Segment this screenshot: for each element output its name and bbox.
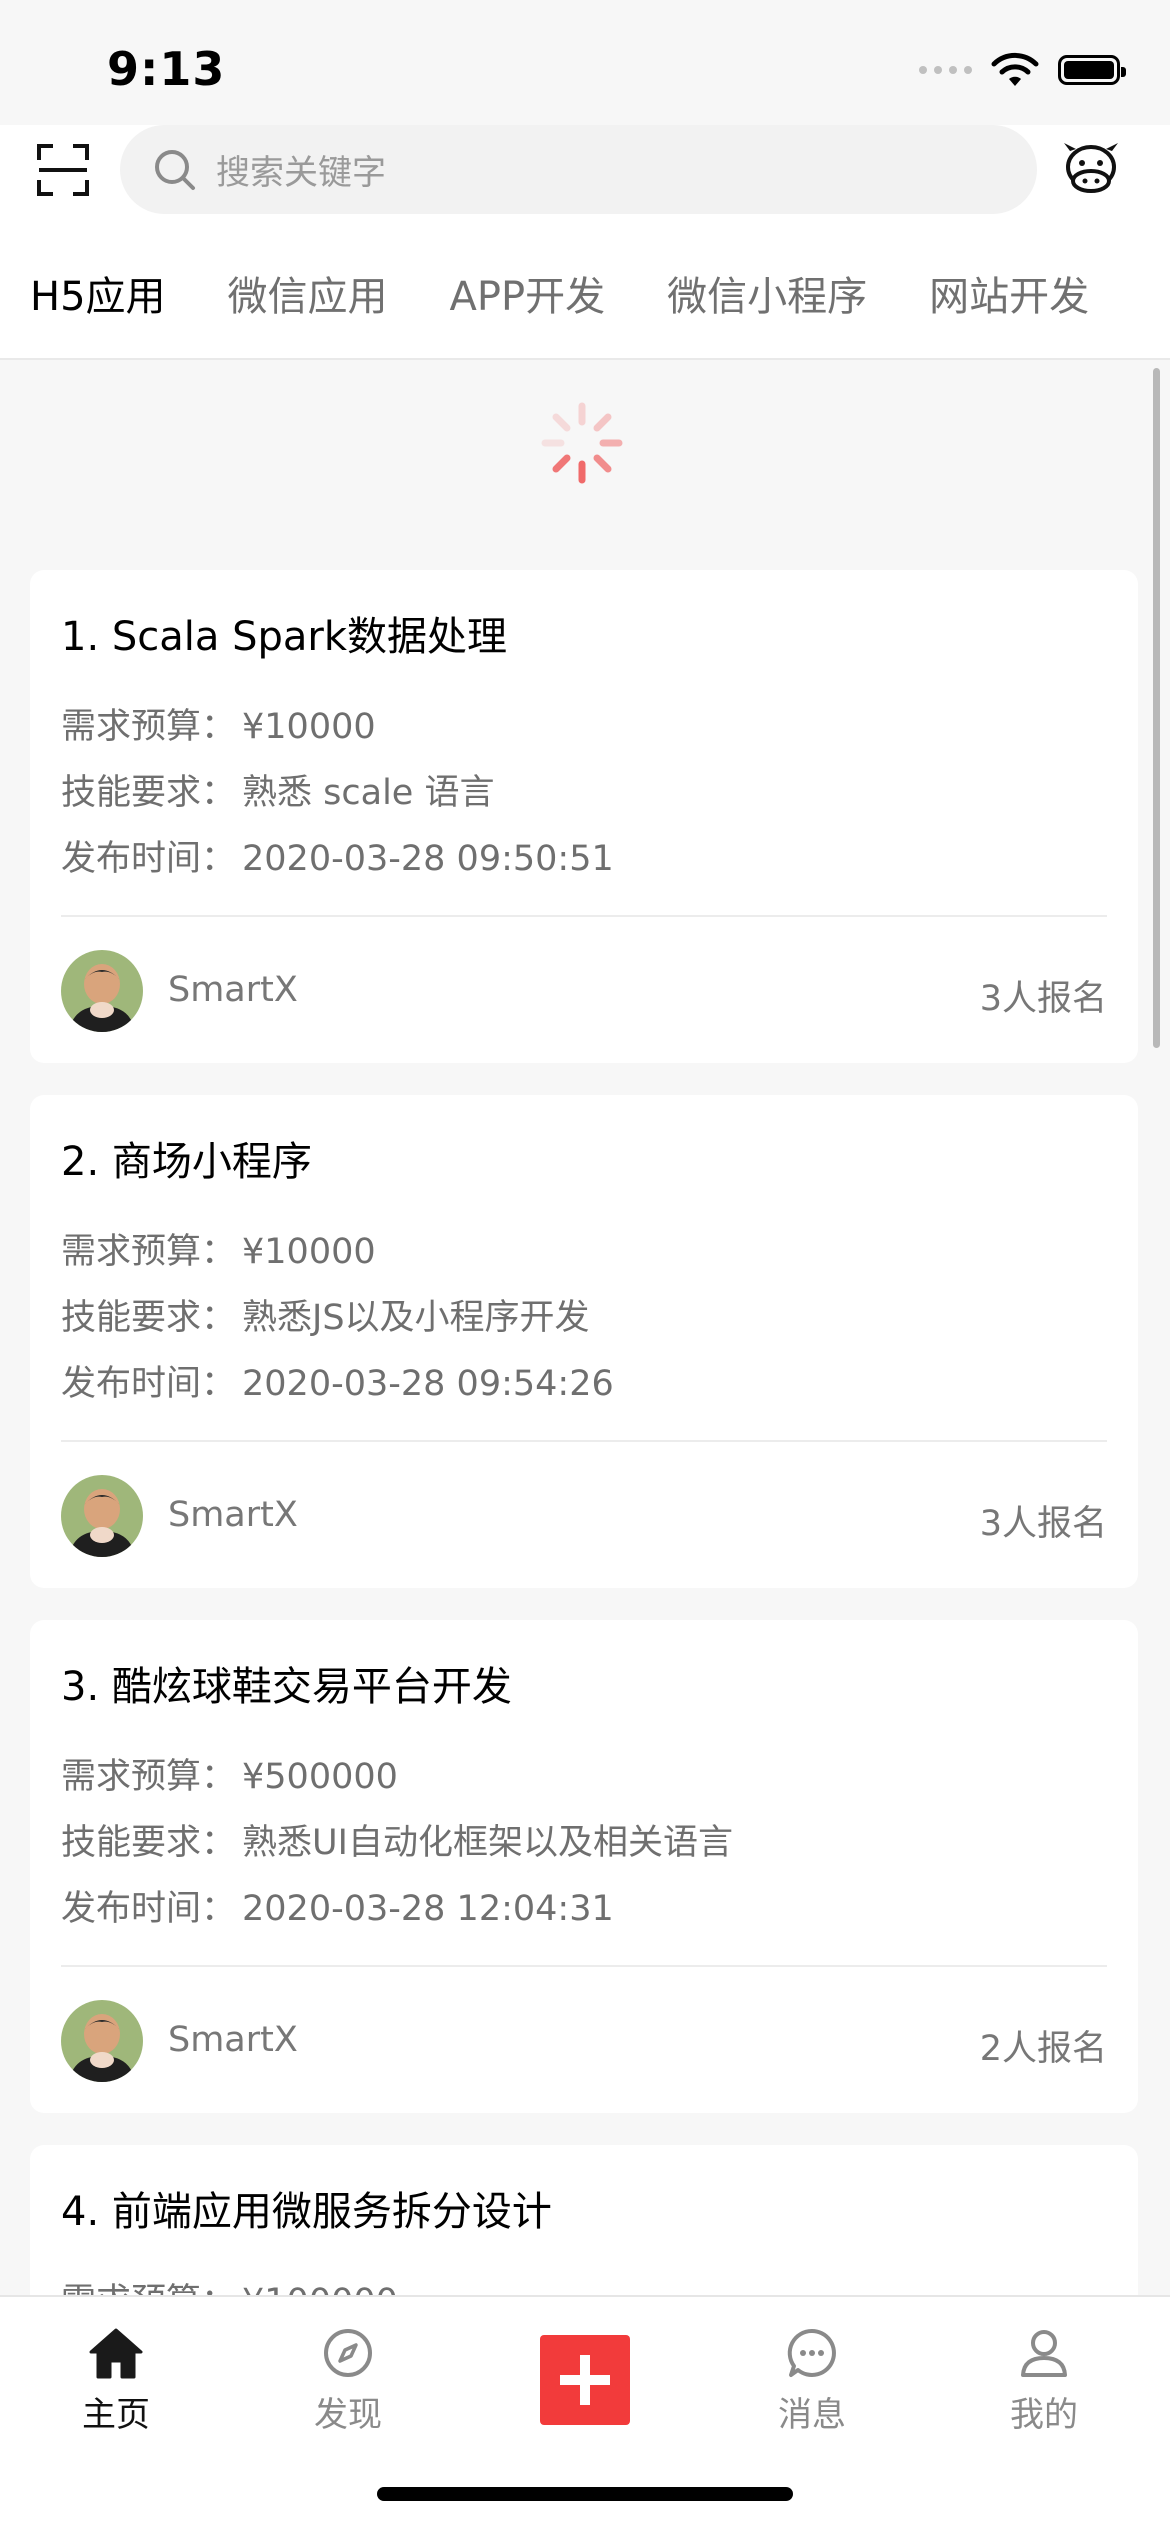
post-card[interactable]: 4. 前端应用微服务拆分设计 需求预算：¥100000 <box>30 2145 1138 2295</box>
author-name: SmartX <box>168 2020 298 2060</box>
post-skills: 技能要求： 熟悉JS以及小程序开发 <box>61 1298 590 1338</box>
search-placeholder: 搜索关键字 <box>216 153 386 193</box>
post-published: 发布时间： 2020-03-28 09:54:26 <box>61 1364 614 1404</box>
post-list[interactable]: 1. Scala Spark数据处理 需求预算： ¥10000 技能要求： 熟悉 s… <box>0 360 1170 2295</box>
post-published: 发布时间： 2020-03-28 09:50:51 <box>61 839 614 879</box>
battery-icon <box>1058 55 1126 85</box>
post-card[interactable]: 2. 商场小程序 需求预算： ¥10000 技能要求： 熟悉JS以及小程序开发 发布… <box>30 1095 1138 1588</box>
divider <box>61 1440 1107 1442</box>
category-tabs: H5应用 微信应用 APP开发 微信小程序 网站开发 <box>0 253 1151 333</box>
post-budget: 需求预算： ¥10000 <box>61 707 376 747</box>
signup-count: 2人报名 <box>979 2029 1107 2069</box>
post-title: 1. Scala Spark数据处理 <box>61 614 508 660</box>
avatar[interactable] <box>61 1475 143 1557</box>
status-icons <box>919 52 1126 88</box>
divider <box>61 1965 1107 1967</box>
tab-profile[interactable]: 我的 <box>964 2327 1124 2436</box>
post-published: 发布时间： 2020-03-28 12:04:31 <box>61 1889 614 1929</box>
tab-discover-label: 发现 <box>314 2395 382 2435</box>
tab-mini-program[interactable]: 微信小程序 <box>667 264 867 322</box>
post-title: 2. 商场小程序 <box>61 1139 312 1185</box>
status-time: 9:13 <box>107 42 226 96</box>
scrollbar[interactable] <box>1153 368 1160 1048</box>
divider <box>61 915 1107 917</box>
post-card[interactable]: 3. 酷炫球鞋交易平台开发 需求预算： ¥500000 技能要求： 熟悉UI自动化框… <box>30 1620 1138 2113</box>
post-card[interactable]: 1. Scala Spark数据处理 需求预算： ¥10000 技能要求： 熟悉 s… <box>30 570 1138 1063</box>
tab-messages[interactable]: 消息 <box>732 2327 892 2436</box>
author-name: SmartX <box>168 1495 298 1535</box>
user-icon <box>1021 2330 1067 2377</box>
signup-count: 3人报名 <box>979 979 1107 1019</box>
add-post-button[interactable] <box>540 2335 630 2425</box>
home-icon <box>89 2328 143 2379</box>
status-bar: 9:13 <box>0 0 1170 125</box>
scan-icon[interactable] <box>35 142 91 198</box>
post-title: 3. 酷炫球鞋交易平台开发 <box>61 1664 512 1710</box>
tab-messages-label: 消息 <box>778 2395 846 2435</box>
signup-count: 3人报名 <box>979 1504 1107 1544</box>
search-input[interactable]: 搜索关键字 <box>120 125 1037 214</box>
tab-wechat-app[interactable]: 微信应用 <box>228 264 388 322</box>
tab-home[interactable]: 主页 <box>36 2327 196 2436</box>
tab-app-dev[interactable]: APP开发 <box>450 264 606 322</box>
header: 搜索关键字 H5应用 微信应用 APP开发 微信小程序 网站开发 <box>0 125 1170 360</box>
post-budget: 需求预算： ¥500000 <box>61 1757 398 1797</box>
post-budget: 需求预算： ¥10000 <box>61 1232 376 1272</box>
tab-discover[interactable]: 发现 <box>268 2327 428 2436</box>
signal-icon <box>919 66 972 74</box>
tab-profile-label: 我的 <box>1010 2395 1078 2435</box>
tab-website-dev[interactable]: 网站开发 <box>929 264 1089 322</box>
avatar[interactable] <box>61 950 143 1032</box>
avatar[interactable] <box>61 2000 143 2082</box>
post-title: 4. 前端应用微服务拆分设计 <box>61 2189 552 2235</box>
post-skills: 技能要求： 熟悉UI自动化框架以及相关语言 <box>61 1823 733 1863</box>
tab-home-label: 主页 <box>82 2395 150 2435</box>
home-indicator[interactable] <box>377 2487 793 2501</box>
cow-mascot-icon[interactable] <box>1060 139 1122 199</box>
message-bubble-icon <box>787 2328 836 2377</box>
tab-h5[interactable]: H5应用 <box>30 264 166 322</box>
post-budget: 需求预算：¥100000 <box>61 2273 398 2295</box>
post-skills: 技能要求： 熟悉 scale 语言 <box>61 773 495 813</box>
author-name: SmartX <box>168 970 298 1010</box>
loading-spinner-icon <box>541 402 623 484</box>
compass-icon <box>324 2329 372 2377</box>
search-icon <box>155 149 195 190</box>
wifi-icon <box>991 52 1039 86</box>
plus-icon <box>560 2355 610 2405</box>
